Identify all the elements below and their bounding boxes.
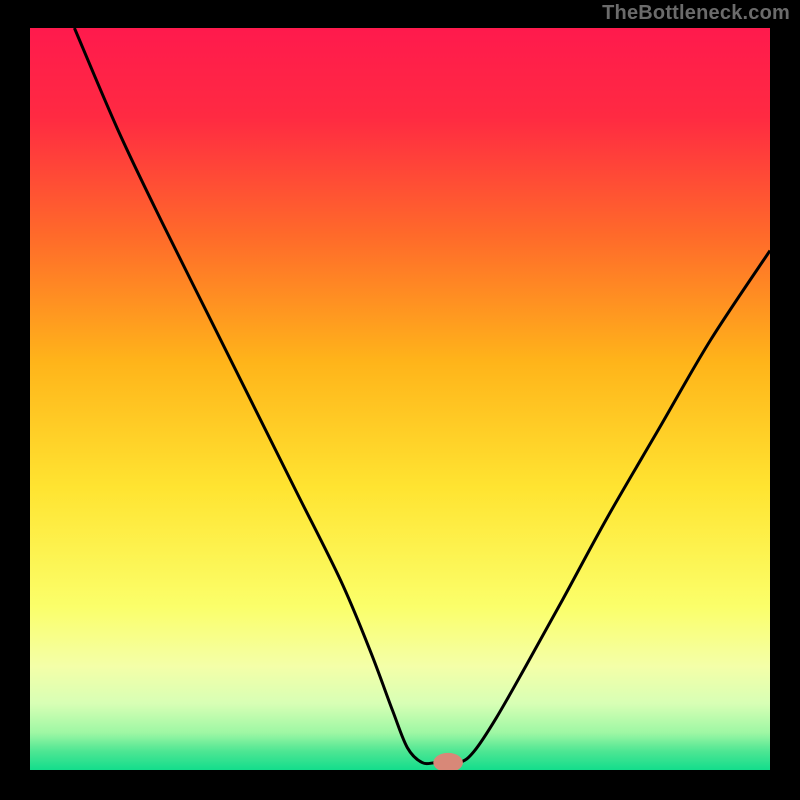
- plot-background: [30, 28, 770, 770]
- bottleneck-chart: [0, 0, 800, 800]
- frame-bottom: [0, 770, 800, 800]
- frame-right: [770, 0, 800, 800]
- chart-container: TheBottleneck.com: [0, 0, 800, 800]
- optimal-marker: [433, 753, 463, 772]
- watermark-text: TheBottleneck.com: [602, 2, 790, 25]
- frame-left: [0, 0, 30, 800]
